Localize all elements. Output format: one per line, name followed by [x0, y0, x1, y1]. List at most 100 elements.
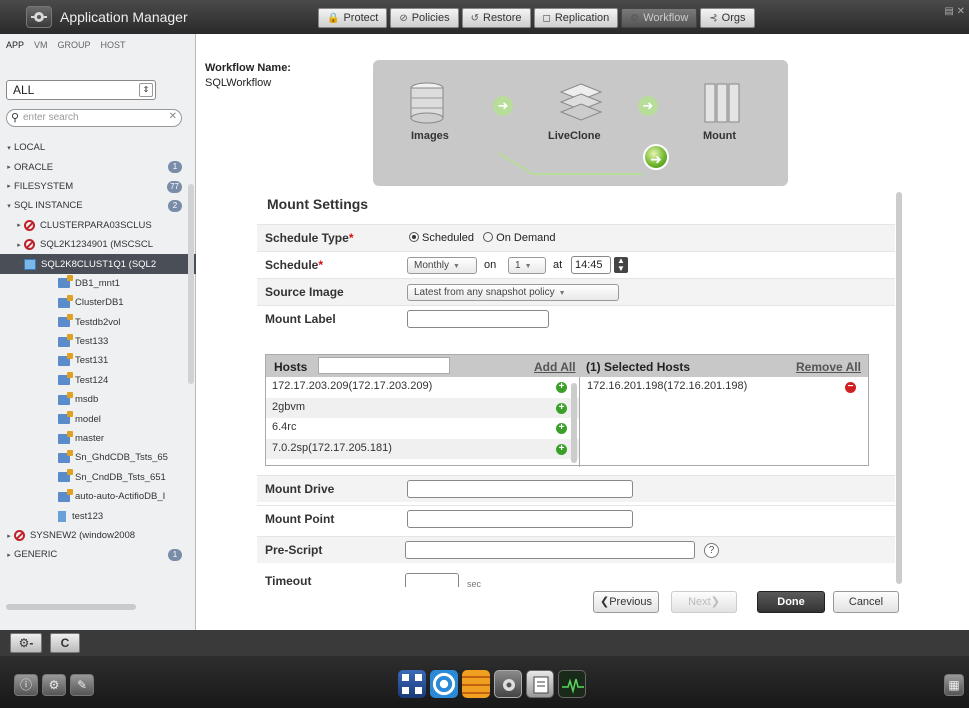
keyboard-icon[interactable]: ▦	[944, 674, 964, 696]
tree-item[interactable]: ▸ FILESYSTEM 77	[0, 177, 196, 196]
add-host-icon[interactable]: +	[556, 443, 567, 455]
tree-item[interactable]: Test124	[0, 371, 196, 390]
next-button[interactable]: Next❯	[671, 591, 737, 613]
scope-select[interactable]: ALL ⇕	[6, 80, 156, 100]
nav-workflow-button[interactable]: ⚙ Workflow	[621, 8, 698, 28]
tab-vm[interactable]: VM	[34, 40, 48, 50]
tree-item[interactable]: Test133	[0, 332, 196, 351]
radio-scheduled[interactable]	[409, 232, 419, 242]
mount-drive-input[interactable]	[407, 480, 633, 498]
available-host-row[interactable]: 7.0.2sp(172.17.205.181) +	[266, 438, 579, 459]
remove-host-icon[interactable]: −	[845, 382, 856, 393]
tree-item[interactable]: Testdb2vol	[0, 313, 196, 332]
expanded-icon[interactable]: ▾	[14, 260, 24, 268]
database-icon	[58, 333, 73, 347]
selected-host-row[interactable]: 172.16.201.198(172.16.201.198) −	[581, 377, 870, 398]
tree-item[interactable]: ClusterDB1	[0, 293, 196, 312]
sidebar-horizontal-scrollbar[interactable]	[6, 604, 136, 610]
tree-item[interactable]: ▸ GENERIC 1	[0, 545, 196, 564]
tree-item[interactable]: ▾ LOCAL	[0, 138, 196, 157]
available-host-row[interactable]: 172.17.203.209(172.17.203.209) +	[266, 377, 579, 398]
collapsed-icon[interactable]: ▸	[14, 241, 24, 249]
add-host-icon[interactable]: +	[556, 382, 567, 393]
target-icon[interactable]	[430, 670, 458, 698]
add-host-icon[interactable]: +	[556, 402, 567, 414]
tree-item[interactable]: master	[0, 429, 196, 448]
nav-orgs-button[interactable]: ⊰ Orgs	[700, 8, 755, 28]
tab-host[interactable]: HOST	[101, 40, 126, 50]
schedule-day-select[interactable]: 1 ▼	[508, 257, 546, 274]
previous-button[interactable]: ❮Previous	[593, 591, 659, 613]
mount-label-input[interactable]	[407, 310, 549, 328]
sidebar-scrollbar[interactable]	[188, 184, 194, 384]
tree-item[interactable]: auto-auto-ActifioDB_I	[0, 487, 196, 506]
pre-script-input[interactable]	[405, 541, 695, 559]
storage-icon[interactable]	[462, 670, 490, 698]
tree-item[interactable]: ▸ SYSNEW2 (window2008	[0, 526, 196, 545]
tree-item[interactable]: ▾ SQL2K8CLUST1Q1 (SQL2	[0, 254, 196, 274]
tab-group[interactable]: GROUP	[58, 40, 91, 50]
collapsed-icon[interactable]: ▸	[4, 551, 14, 559]
hosts-filter-input[interactable]	[318, 357, 450, 374]
tree-item[interactable]: Sn_CndDB_Tsts_651	[0, 468, 196, 487]
mount-point-row: Mount Point	[257, 505, 895, 532]
nav-protect-button[interactable]: 🔒 Protect	[318, 8, 388, 28]
source-image-select[interactable]: Latest from any snapshot policy ▼	[407, 284, 619, 301]
wrench-icon[interactable]: ✎	[70, 674, 94, 696]
sidebar-tabs: APP VM GROUP HOST	[0, 34, 195, 50]
collapsed-icon[interactable]: ▸	[4, 532, 14, 540]
mount-selected-icon[interactable]: ➜	[643, 144, 669, 170]
collapsed-icon[interactable]: ▸	[4, 163, 14, 171]
schedule-type-radio-group: Scheduled On Demand	[409, 232, 555, 244]
tree-item[interactable]: Test131	[0, 351, 196, 370]
tree-item[interactable]: test123	[0, 506, 196, 525]
schedule-frequency-select[interactable]: Monthly ▼	[407, 257, 477, 274]
collapsed-icon[interactable]: ▸	[14, 221, 24, 229]
tree-item[interactable]: ▸ CLUSTERPARA03SCLUS	[0, 216, 196, 235]
tree-item[interactable]: msdb	[0, 390, 196, 409]
collapsed-icon[interactable]: ▸	[4, 182, 14, 190]
cancel-button[interactable]: Cancel	[833, 591, 899, 613]
tree-item[interactable]: ▸ ORACLE 1	[0, 157, 196, 176]
help-icon[interactable]: ?	[704, 543, 719, 558]
window-controls[interactable]: ▤ ✕	[944, 6, 965, 17]
monitor-icon[interactable]	[558, 670, 586, 698]
add-all-link[interactable]: Add All	[534, 360, 576, 374]
tree-item[interactable]: ▾ SQL INSTANCE 2	[0, 196, 196, 215]
tree-item-label: SYSNEW2 (window2008	[30, 530, 136, 541]
radio-on-demand[interactable]	[483, 232, 494, 242]
report-icon[interactable]	[526, 670, 554, 698]
hosts-scrollbar[interactable]	[571, 383, 577, 463]
available-host-row[interactable]: 2gbvm +	[266, 397, 579, 418]
tree-item-label: master	[75, 433, 105, 445]
timeout-input[interactable]	[405, 573, 459, 587]
tree-item[interactable]: Sn_GhdCDB_Tsts_65	[0, 448, 196, 467]
tree-item[interactable]: DB1_mnt1	[0, 274, 196, 293]
available-host-row[interactable]: 6.4rc +	[266, 418, 579, 439]
application-manager-dock-icon[interactable]	[494, 670, 522, 698]
images-stage-icon	[410, 82, 444, 124]
expanded-icon[interactable]: ▾	[4, 202, 14, 210]
nav-replication-button[interactable]: ◻ Replication	[533, 8, 619, 28]
search-input[interactable]: ⚲ enter search ✕	[6, 109, 182, 127]
tree-item[interactable]: model	[0, 409, 196, 428]
hosts-label: Hosts	[274, 360, 308, 374]
done-button[interactable]: Done	[757, 591, 825, 613]
settings-icon[interactable]: ⚙	[42, 674, 66, 696]
tree-item[interactable]: ▸ SQL2K1234901 (MSCSCL	[0, 235, 196, 254]
info-icon[interactable]: ⓘ	[14, 674, 38, 696]
tab-app[interactable]: APP	[6, 40, 24, 50]
nav-policies-button[interactable]: ⊘ Policies	[390, 8, 459, 28]
main-scrollbar[interactable]	[896, 192, 902, 584]
mount-point-input[interactable]	[407, 510, 633, 528]
domain-manager-icon[interactable]	[398, 670, 426, 698]
schedule-time-input[interactable]: 14:45	[571, 256, 611, 274]
clear-search-icon[interactable]: ✕	[169, 111, 177, 122]
expanded-icon[interactable]: ▾	[4, 144, 14, 152]
remove-all-link[interactable]: Remove All	[796, 360, 861, 374]
nav-restore-button[interactable]: ↺ Restore	[461, 8, 531, 28]
c-button[interactable]: C	[50, 633, 80, 653]
time-stepper-icon[interactable]: ▲ ▼	[614, 257, 628, 273]
add-host-icon[interactable]: +	[556, 423, 567, 434]
settings-menu-button[interactable]: ⚙-	[10, 633, 42, 653]
